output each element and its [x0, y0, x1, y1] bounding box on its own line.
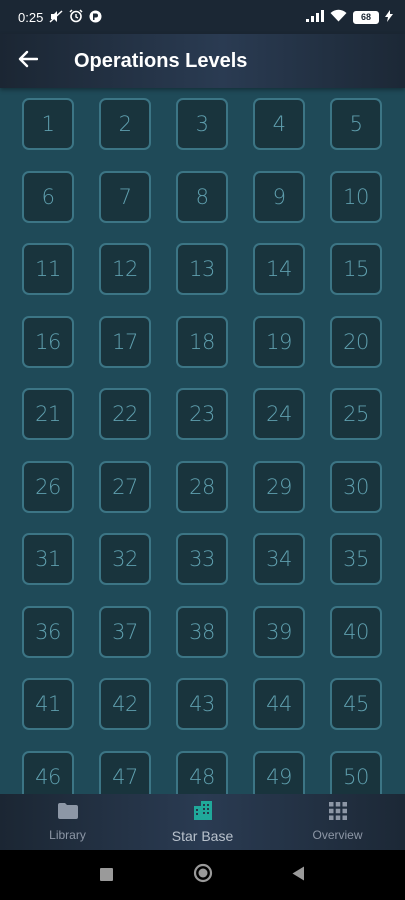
- level-tile[interactable]: 36: [22, 605, 74, 658]
- level-tile[interactable]: 3: [176, 98, 228, 150]
- level-tile[interactable]: 32: [99, 533, 151, 585]
- level-tile[interactable]: 26: [22, 460, 74, 513]
- nav-star-base-label: Star Base: [171, 828, 234, 844]
- level-tile[interactable]: 37: [99, 605, 151, 658]
- level-tile[interactable]: 2: [99, 98, 151, 150]
- level-tile[interactable]: 42: [99, 678, 151, 730]
- level-tile[interactable]: 16: [22, 315, 74, 368]
- level-tile[interactable]: 31: [22, 533, 74, 585]
- level-tile[interactable]: 45: [330, 678, 382, 730]
- level-tile[interactable]: 46: [22, 750, 74, 794]
- level-tile[interactable]: 6: [22, 170, 74, 223]
- level-tile[interactable]: 1: [22, 98, 74, 150]
- nav-library-label: Library: [49, 828, 86, 842]
- level-tile[interactable]: 9: [253, 170, 305, 223]
- clock: 0:25: [18, 9, 44, 25]
- page-title: Operations Levels: [74, 49, 248, 72]
- square-icon: [100, 866, 113, 885]
- charging-icon: [385, 9, 393, 25]
- level-tile[interactable]: 49: [253, 750, 305, 794]
- level-tile[interactable]: 28: [176, 460, 228, 513]
- level-tile[interactable]: 38: [176, 605, 228, 658]
- level-tile[interactable]: 47: [99, 750, 151, 794]
- triangle-back-icon: [292, 866, 305, 885]
- alarm-icon: [69, 9, 83, 25]
- status-right: 68: [306, 9, 393, 25]
- level-tile[interactable]: 34: [253, 533, 305, 585]
- level-tile[interactable]: 29: [253, 460, 305, 513]
- battery-icon: 68: [353, 10, 379, 24]
- wifi-icon: [330, 9, 347, 25]
- recents-button[interactable]: [95, 863, 119, 887]
- status-bar: 0:25 68: [0, 0, 405, 34]
- level-tile[interactable]: 17: [99, 315, 151, 368]
- level-tile[interactable]: 19: [253, 315, 305, 368]
- folder-icon: [57, 802, 79, 824]
- level-tile[interactable]: 27: [99, 460, 151, 513]
- bottom-nav: Library Star Base Overview: [0, 794, 405, 850]
- nav-star-base[interactable]: Star Base: [135, 794, 270, 850]
- level-tile[interactable]: 22: [99, 388, 151, 440]
- signal-icon: [306, 9, 324, 25]
- level-tile[interactable]: 43: [176, 678, 228, 730]
- home-button[interactable]: [191, 863, 215, 887]
- level-tile[interactable]: 12: [99, 243, 151, 295]
- level-grid: 1 2 3 4 5 6 7 8 9 10 11 12 13 14 15 16 17 18 19 20 21 22 23 24 2…: [22, 98, 382, 794]
- level-tile[interactable]: 33: [176, 533, 228, 585]
- level-tile[interactable]: 18: [176, 315, 228, 368]
- level-tile[interactable]: 8: [176, 170, 228, 223]
- nav-overview[interactable]: Overview: [270, 794, 405, 850]
- circle-icon: [193, 863, 213, 887]
- level-tile[interactable]: 11: [22, 243, 74, 295]
- arrow-left-icon: [18, 50, 39, 72]
- level-tile[interactable]: 39: [253, 605, 305, 658]
- level-tile[interactable]: 50: [330, 750, 382, 794]
- building-icon: [193, 800, 213, 824]
- level-tile[interactable]: 35: [330, 533, 382, 585]
- mute-icon: [49, 9, 63, 25]
- level-tile[interactable]: 13: [176, 243, 228, 295]
- level-tile[interactable]: 40: [330, 605, 382, 658]
- level-tile[interactable]: 15: [330, 243, 382, 295]
- level-tile[interactable]: 14: [253, 243, 305, 295]
- level-tile[interactable]: 10: [330, 170, 382, 223]
- system-nav-bar: [0, 850, 405, 900]
- nav-library[interactable]: Library: [0, 794, 135, 850]
- level-tile[interactable]: 48: [176, 750, 228, 794]
- level-tile[interactable]: 25: [330, 388, 382, 440]
- app-notification-icon: [89, 10, 102, 25]
- level-tile[interactable]: 7: [99, 170, 151, 223]
- level-tile[interactable]: 24: [253, 388, 305, 440]
- back-system-button[interactable]: [287, 863, 311, 887]
- level-tile[interactable]: 30: [330, 460, 382, 513]
- level-tile[interactable]: 41: [22, 678, 74, 730]
- status-left: 0:25: [18, 9, 102, 25]
- nav-overview-label: Overview: [312, 828, 363, 842]
- grid-icon: [328, 802, 347, 824]
- level-tile[interactable]: 23: [176, 388, 228, 440]
- level-tile[interactable]: 5: [330, 98, 382, 150]
- level-tile[interactable]: 20: [330, 315, 382, 368]
- app-bar: Operations Levels: [0, 34, 405, 88]
- back-button[interactable]: [0, 34, 56, 88]
- level-tile[interactable]: 21: [22, 388, 74, 440]
- level-tile[interactable]: 4: [253, 98, 305, 150]
- battery-level: 68: [360, 12, 371, 22]
- level-grid-area[interactable]: 1 2 3 4 5 6 7 8 9 10 11 12 13 14 15 16 17 18 19 20 21 22 23 24 2…: [0, 88, 405, 794]
- level-tile[interactable]: 44: [253, 678, 305, 730]
